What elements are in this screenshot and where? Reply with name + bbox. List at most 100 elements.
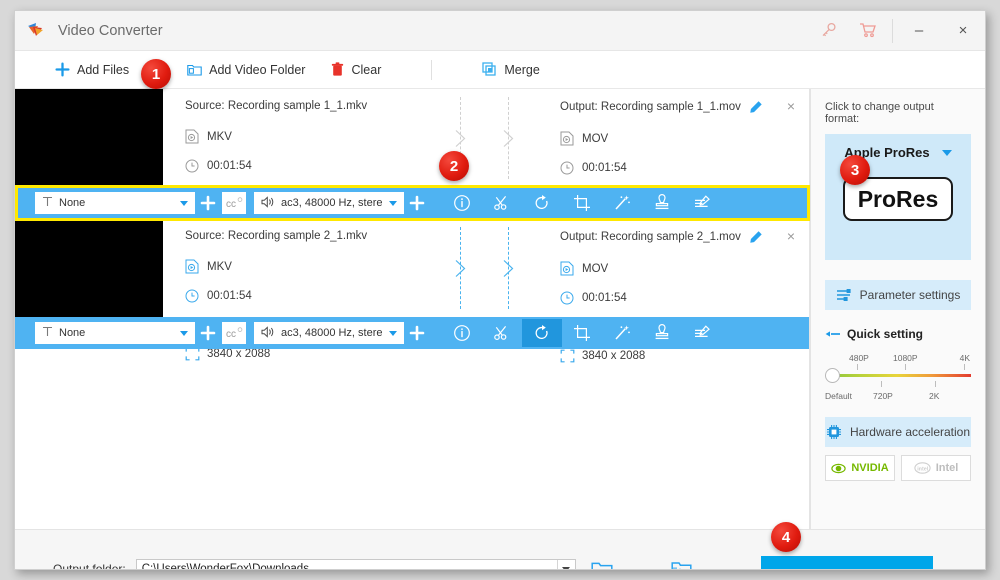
close-button[interactable]: × xyxy=(941,11,985,51)
audio-track-select[interactable]: ac3, 48000 Hz, stere xyxy=(254,192,404,214)
clock-icon xyxy=(185,159,207,173)
subtitle-select[interactable]: None xyxy=(35,322,195,344)
output-sidebar: Click to change output format: Apple Pro… xyxy=(810,89,985,529)
slider-label-default: Default xyxy=(825,391,852,401)
clear-button[interactable]: Clear xyxy=(331,51,381,88)
subtitle-edit-icon[interactable] xyxy=(682,189,722,217)
output-duration-value: 00:01:54 xyxy=(582,291,627,304)
add-subtitle-button[interactable] xyxy=(195,317,221,349)
step-badge-1: 1 xyxy=(141,59,171,89)
file-row-body: Source: Recording sample 1_1.mkv MKV 00:… xyxy=(163,89,809,232)
output-preview-button[interactable] xyxy=(656,530,708,569)
audio-track-select[interactable]: ac3, 48000 Hz, stere xyxy=(254,322,404,344)
video-thumbnail[interactable] xyxy=(15,219,163,317)
output-duration: 00:01:54 xyxy=(560,153,692,182)
slider-track[interactable] xyxy=(829,374,971,377)
add-video-folder-button[interactable]: Add Video Folder xyxy=(187,51,305,88)
add-files-button[interactable]: Add Files xyxy=(55,51,129,88)
edit-tools xyxy=(442,319,722,347)
trash-icon xyxy=(331,62,344,77)
file-row[interactable]: Source: Recording sample 2_1.mkv MKV 00:… xyxy=(15,219,809,362)
video-thumbnail[interactable] xyxy=(15,89,163,187)
clock-icon xyxy=(560,161,582,175)
svg-text:intel: intel xyxy=(917,466,929,472)
closed-caption-button[interactable]: cc xyxy=(222,192,246,214)
minimize-button[interactable]: – xyxy=(897,11,941,51)
slider-tick xyxy=(964,364,965,370)
chevron-right-icon xyxy=(454,129,467,153)
trim-scissors-icon[interactable] xyxy=(482,189,522,217)
merge-button[interactable]: Merge xyxy=(482,51,540,88)
cart-icon[interactable] xyxy=(848,11,888,51)
watermark-stamp-icon[interactable] xyxy=(642,189,682,217)
subtitle-select[interactable]: None xyxy=(35,192,195,214)
open-folder-button[interactable] xyxy=(576,530,628,569)
app-title: Video Converter xyxy=(58,22,163,39)
hardware-acceleration-label: Hardware acceleration xyxy=(849,425,971,439)
output-folder-label: Output folder: xyxy=(53,562,126,570)
hardware-acceleration-button[interactable]: Hardware acceleration xyxy=(825,417,971,447)
watermark-stamp-icon[interactable] xyxy=(642,319,682,347)
app-window: Video Converter – × Add Files Add Video … xyxy=(14,10,986,570)
source-format: MKV xyxy=(185,252,317,281)
output-folder-dropdown[interactable] xyxy=(556,559,575,569)
slider-handle-icon xyxy=(825,329,841,339)
rotate-icon[interactable] xyxy=(522,189,562,217)
quality-slider[interactable]: 480P 1080P 4K Default 720P 2K xyxy=(825,353,971,401)
audio-speaker-icon xyxy=(261,325,275,341)
add-audio-button[interactable] xyxy=(404,317,430,349)
gpu-intel-toggle[interactable]: intel Intel xyxy=(901,455,971,481)
file-row-body: Source: Recording sample 2_1.mkv MKV 00:… xyxy=(163,219,809,362)
chevron-down-icon xyxy=(562,566,571,569)
source-format-value: MKV xyxy=(207,130,232,143)
source-format-value: MKV xyxy=(207,260,232,273)
chevron-down-icon xyxy=(180,330,188,336)
output-folder-input[interactable]: C:\Users\WonderFox\Downloads xyxy=(135,558,576,569)
key-icon[interactable] xyxy=(808,11,848,51)
sliders-icon xyxy=(836,287,852,303)
slider-tick xyxy=(881,381,882,387)
slider-tick xyxy=(935,381,936,387)
alarm-clock-icon[interactable] xyxy=(933,556,985,569)
gpu-options: NVIDIA intel Intel xyxy=(825,455,971,481)
add-subtitle-button[interactable] xyxy=(195,187,221,219)
chevron-down-icon[interactable] xyxy=(941,149,952,156)
folder-video-icon xyxy=(187,63,202,77)
trim-scissors-icon[interactable] xyxy=(482,319,522,347)
source-pane: Source: Recording sample 1_1.mkv MKV 00:… xyxy=(163,89,446,230)
output-pane: Output: Recording sample 1_1.mov MOV 00:… xyxy=(538,89,809,232)
svg-text:cc: cc xyxy=(226,329,236,340)
output-format-value: MOV xyxy=(582,132,609,145)
slider-knob[interactable] xyxy=(825,368,840,383)
slider-label-4k: 4K xyxy=(959,353,970,363)
rename-pencil-icon[interactable] xyxy=(749,100,763,114)
intel-icon: intel xyxy=(914,462,931,474)
rename-pencil-icon[interactable] xyxy=(749,230,763,244)
title-bar: Video Converter – × xyxy=(15,11,985,51)
closed-caption-button[interactable]: cc xyxy=(222,322,246,344)
merge-icon xyxy=(482,62,497,77)
run-button[interactable]: Run xyxy=(761,556,933,569)
screen-root: Video Converter – × Add Files Add Video … xyxy=(0,0,1000,580)
effects-wand-icon[interactable] xyxy=(602,319,642,347)
remove-file-button[interactable]: × xyxy=(787,229,795,243)
subtitle-edit-icon[interactable] xyxy=(682,319,722,347)
parameter-settings-button[interactable]: Parameter settings xyxy=(825,280,971,310)
rotate-icon[interactable] xyxy=(522,319,562,347)
output-format: MOV xyxy=(560,254,692,283)
output-format-card[interactable]: Apple ProRes ProRes xyxy=(825,134,971,260)
crop-icon[interactable] xyxy=(562,189,602,217)
effects-wand-icon[interactable] xyxy=(602,189,642,217)
gpu-nvidia-toggle[interactable]: NVIDIA xyxy=(825,455,895,481)
crop-icon[interactable] xyxy=(562,319,602,347)
file-row[interactable]: Source: Recording sample 1_1.mkv MKV 00:… xyxy=(15,89,809,232)
info-icon[interactable] xyxy=(442,189,482,217)
remove-file-button[interactable]: × xyxy=(787,99,795,113)
chevron-down-icon xyxy=(389,200,397,206)
slider-tick xyxy=(857,364,858,370)
output-title-wrap: Output: Recording sample 1_1.mov xyxy=(560,100,809,114)
output-format: MOV xyxy=(560,124,692,153)
add-audio-button[interactable] xyxy=(404,187,430,219)
info-icon[interactable] xyxy=(442,319,482,347)
bottom-bar: Output folder: C:\Users\WonderFox\Downlo… xyxy=(15,529,985,570)
